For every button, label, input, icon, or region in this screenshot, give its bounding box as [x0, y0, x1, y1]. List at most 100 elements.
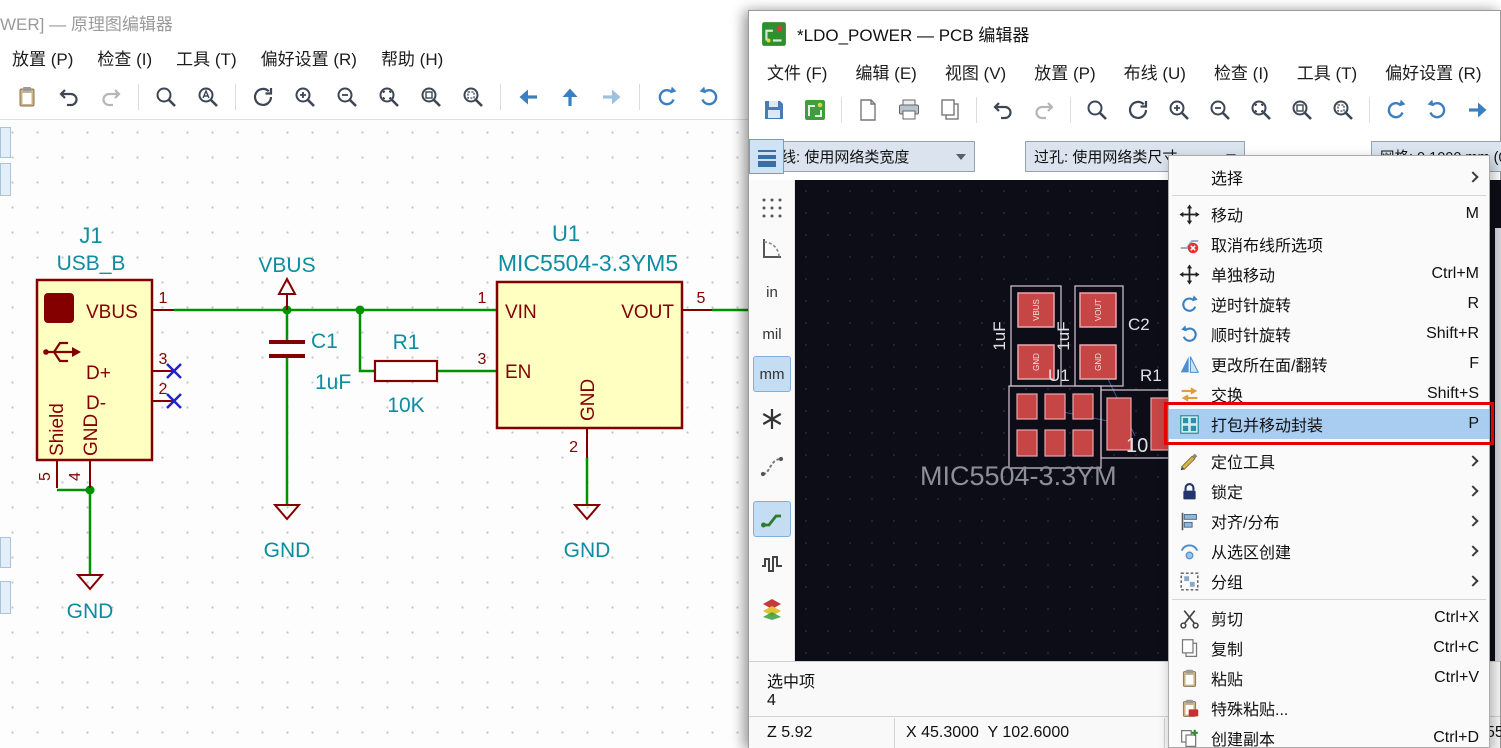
zoom-in-icon[interactable]	[290, 82, 320, 112]
schematic-toolbar	[0, 75, 748, 120]
u1-footprint[interactable]: U1 MIC5504-3.3YM	[920, 366, 1117, 491]
schematic-left-toolbar-fragment[interactable]	[0, 127, 11, 158]
context-menu-item-cut[interactable]: 剪切 Ctrl+X	[1169, 603, 1489, 633]
nav-up-icon[interactable]	[555, 82, 585, 112]
sch-menu-inspect[interactable]: 检查 (I)	[93, 43, 156, 72]
save-icon[interactable]	[759, 95, 789, 125]
rotate-ccw-icon	[1177, 292, 1201, 316]
nav-forward-icon[interactable]	[1463, 95, 1493, 125]
find-icon[interactable]	[151, 82, 181, 112]
context-menu-item-paste[interactable]: 粘贴 Ctrl+V	[1169, 663, 1489, 693]
rotate-cw-icon	[1177, 322, 1201, 346]
status-divider	[894, 718, 895, 748]
unit-mm-button[interactable]: mm	[753, 356, 791, 392]
track-width-icon-button[interactable]	[749, 139, 784, 174]
context-menu-item-create-from-selection[interactable]: 从选区创建	[1169, 536, 1489, 566]
context-menu-item-move[interactable]: 移动 M	[1169, 199, 1489, 229]
context-menu-item-move-individually[interactable]: 单独移动 Ctrl+M	[1169, 259, 1489, 289]
grid-settings-icon[interactable]	[753, 190, 791, 226]
pcb-menu-view[interactable]: 视图 (V)	[941, 57, 1010, 86]
cursor-position: X 45.3000 Y 102.6000	[906, 724, 1069, 742]
pcb-menu-place[interactable]: 放置 (P)	[1030, 57, 1099, 86]
layer-display-icon[interactable]	[753, 591, 791, 627]
context-menu-item-rotate-ccw[interactable]: 逆时针旋转 R	[1169, 289, 1489, 319]
sch-menu-place[interactable]: 放置 (P)	[8, 43, 77, 72]
unit-inches-button[interactable]: in	[753, 274, 791, 310]
board-setup-icon[interactable]	[800, 95, 830, 125]
zoom-fit-icon[interactable]	[1246, 95, 1276, 125]
zoom-level: Z 5.92	[767, 724, 812, 742]
context-menu-item-position-tools[interactable]: 定位工具	[1169, 446, 1489, 476]
tune-length-icon[interactable]	[753, 546, 791, 582]
toolbar-separator	[976, 97, 977, 123]
find-icon[interactable]	[1082, 95, 1112, 125]
pcb-titlebar[interactable]: *LDO_POWER — PCB 编辑器	[749, 11, 1500, 56]
pcb-menu-edit[interactable]: 编辑 (E)	[851, 57, 920, 86]
menu-separator	[1172, 195, 1486, 196]
context-menu-item-duplicate[interactable]: 创建副本 Ctrl+D	[1169, 723, 1489, 748]
pcb-window-title: *LDO_POWER — PCB 编辑器	[797, 21, 1029, 46]
context-menu-item-lock[interactable]: 锁定	[1169, 476, 1489, 506]
rotate-ccw-icon[interactable]	[1381, 95, 1411, 125]
page-settings-icon[interactable]	[853, 95, 883, 125]
plot-icon[interactable]	[935, 95, 965, 125]
snap-cursor-icon[interactable]	[753, 401, 791, 437]
context-menu-item-copy[interactable]: 复制 Ctrl+C	[1169, 633, 1489, 663]
paste-icon[interactable]	[12, 82, 42, 112]
r1-value-text: 10	[1126, 435, 1148, 457]
sch-menu-help[interactable]: 帮助 (H)	[377, 43, 447, 72]
position-tools-icon	[1177, 449, 1201, 473]
zoom-page-icon[interactable]	[416, 82, 446, 112]
redo-icon[interactable]	[1029, 95, 1059, 125]
context-menu-item-group[interactable]: 分组	[1169, 566, 1489, 596]
zoom-out-icon[interactable]	[332, 82, 362, 112]
context-menu-item-paste-special[interactable]: 特殊粘贴...	[1169, 693, 1489, 723]
pcb-menu-preferences[interactable]: 偏好设置 (R)	[1381, 57, 1485, 86]
rotate-cw-icon[interactable]	[694, 82, 724, 112]
refresh-icon[interactable]	[1123, 95, 1153, 125]
context-menu-item-rotate-cw[interactable]: 顺时针旋转 Shift+R	[1169, 319, 1489, 349]
redo-icon[interactable]	[96, 82, 126, 112]
route-tracks-icon[interactable]	[753, 501, 791, 537]
unit-mils-button[interactable]: mil	[753, 316, 791, 352]
sch-menu-tools[interactable]: 工具 (T)	[172, 43, 240, 72]
toolbar-separator	[138, 84, 139, 110]
undo-icon[interactable]	[988, 95, 1018, 125]
c1-pad-net-label: VBUS	[1032, 299, 1041, 321]
polar-coordinates-icon[interactable]	[753, 230, 791, 266]
pcb-menu-inspect[interactable]: 检查 (I)	[1210, 57, 1273, 86]
context-menu-item-align-distribute[interactable]: 对齐/分布	[1169, 506, 1489, 536]
refresh-icon[interactable]	[248, 82, 278, 112]
print-icon[interactable]	[894, 95, 924, 125]
context-menu-item-select[interactable]: 选择	[1169, 156, 1489, 192]
canvas-scrollbar[interactable]	[1495, 228, 1501, 661]
zoom-selection-icon[interactable]	[458, 82, 488, 112]
submenu-arrow-icon	[1467, 485, 1478, 496]
sch-menu-preferences[interactable]: 偏好设置 (R)	[257, 43, 361, 72]
schematic-canvas[interactable]	[0, 120, 748, 748]
zoom-objects-icon[interactable]	[1287, 95, 1317, 125]
schematic-left-toolbar-fragment[interactable]	[0, 537, 11, 568]
zoom-in-icon[interactable]	[1164, 95, 1194, 125]
pcb-menu-route[interactable]: 布线 (U)	[1120, 57, 1190, 86]
find-replace-icon[interactable]	[193, 82, 223, 112]
zoom-fit-icon[interactable]	[374, 82, 404, 112]
pcb-menu-tools[interactable]: 工具 (T)	[1293, 57, 1361, 86]
rotate-ccw-icon[interactable]	[652, 82, 682, 112]
ratsnest-visibility-icon[interactable]	[753, 448, 791, 484]
duplicate-icon	[1177, 726, 1201, 748]
nav-back-icon[interactable]	[513, 82, 543, 112]
rotate-cw-icon[interactable]	[1422, 95, 1452, 125]
pcb-menu-file[interactable]: 文件 (F)	[763, 57, 831, 86]
nav-forward-icon[interactable]	[597, 82, 627, 112]
zoom-out-icon[interactable]	[1205, 95, 1235, 125]
context-menu-item-flip[interactable]: 更改所在面/翻转 F	[1169, 349, 1489, 379]
zoom-selection-icon[interactable]	[1328, 95, 1358, 125]
schematic-left-toolbar-fragment[interactable]	[0, 581, 11, 614]
undo-icon[interactable]	[54, 82, 84, 112]
schematic-left-toolbar-fragment[interactable]	[0, 163, 11, 196]
context-menu-item-unroute-selected[interactable]: 取消布线所选项	[1169, 229, 1489, 259]
track-width-dropdown[interactable]: 布线: 使用网络类宽度	[757, 141, 975, 172]
c1-pad-net-label: GND	[1032, 353, 1041, 371]
context-menu: 选择 移动 M 取消布线所选项 单独移动 Ctrl+M 逆时针旋转 R 顺时针旋…	[1168, 155, 1490, 748]
